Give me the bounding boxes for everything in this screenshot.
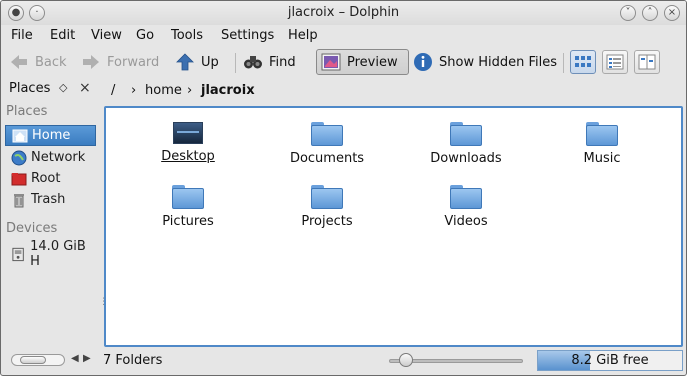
menu-view[interactable]: View: [91, 28, 122, 43]
root-folder-icon: [11, 172, 27, 185]
breadcrumb-home[interactable]: home: [145, 83, 182, 98]
preview-label: Preview: [347, 54, 398, 70]
binoculars-icon: [244, 56, 262, 69]
columns-view-icon: [638, 54, 656, 70]
file-item-label: Documents: [289, 151, 365, 166]
info-icon: [414, 53, 432, 71]
file-item-label: Music: [583, 151, 621, 166]
file-item-music[interactable]: Music: [542, 122, 662, 166]
places-section-label: Places: [6, 104, 48, 119]
toolbar: Back Forward Up Find Preview Show Hidden…: [1, 47, 686, 77]
devices-section-label: Devices: [6, 221, 58, 236]
arrow-left-icon: [11, 55, 27, 69]
panel-splitter[interactable]: ⋮: [99, 298, 108, 311]
free-space-indicator: 8.2 GiB free: [537, 350, 683, 371]
place-trash[interactable]: Trash: [5, 189, 96, 210]
breadcrumb-current[interactable]: jlacroix: [201, 83, 255, 98]
scroll-left-icon[interactable]: ◀: [71, 353, 79, 364]
find-label: Find: [269, 54, 296, 70]
back-label: Back: [35, 54, 67, 70]
title-bar: ● · jlacroix – Dolphin ˅ ˄ ×: [1, 1, 686, 25]
dolphin-window: ● · jlacroix – Dolphin ˅ ˄ × File Edit V…: [0, 0, 687, 376]
file-item-documents[interactable]: Documents: [267, 122, 387, 166]
menu-bar: File Edit View Go Tools Settings Help: [1, 25, 686, 47]
free-space-label: 8.2 GiB free: [571, 353, 649, 368]
minimize-icon[interactable]: ˅: [620, 5, 636, 21]
globe-icon: [11, 150, 27, 165]
file-item-videos[interactable]: Videos: [406, 185, 526, 229]
details-view-icon: [606, 54, 624, 70]
folder-icon: [172, 185, 204, 209]
show-hidden-label: Show Hidden Files: [439, 54, 557, 70]
places-panel-title: Places: [9, 81, 51, 96]
place-root[interactable]: Root: [5, 168, 96, 189]
file-view[interactable]: Desktop Documents Downloads Music Pictur…: [104, 106, 683, 347]
zoom-slider-handle[interactable]: [399, 353, 413, 367]
icons-view-button[interactable]: [570, 50, 596, 74]
home-icon: [12, 129, 28, 142]
menu-edit[interactable]: Edit: [50, 28, 75, 43]
place-trash-label: Trash: [31, 192, 66, 207]
preview-button[interactable]: Preview: [316, 49, 409, 75]
close-panel-icon[interactable]: ×: [79, 80, 91, 96]
folder-icon: [450, 185, 482, 209]
file-item-desktop[interactable]: Desktop: [128, 122, 248, 164]
scroll-right-icon[interactable]: ▶: [83, 353, 91, 364]
file-item-label: Videos: [444, 214, 488, 229]
places-panel-header: Places ◇ ×: [7, 80, 99, 99]
show-hidden-files-button[interactable]: Show Hidden Files: [413, 49, 557, 75]
up-label: Up: [201, 54, 219, 70]
file-item-pictures[interactable]: Pictures: [128, 185, 248, 229]
folder-icon: [450, 122, 482, 146]
desktop-icon: [173, 122, 203, 144]
menu-file[interactable]: File: [11, 28, 33, 43]
place-network-label: Network: [31, 150, 86, 165]
trash-icon: [14, 193, 24, 207]
breadcrumb-separator-icon: ›: [187, 83, 193, 98]
folder-icon: [311, 185, 343, 209]
hard-drive-icon: [12, 247, 24, 261]
toolbar-separator: [563, 53, 564, 73]
up-button[interactable]: Up: [175, 49, 219, 75]
arrow-up-icon: [176, 53, 194, 71]
forward-label: Forward: [107, 54, 160, 70]
file-item-label: Projects: [301, 214, 353, 229]
folder-icon: [311, 122, 343, 146]
toolbar-separator: [235, 53, 236, 73]
file-item-label: Pictures: [162, 214, 214, 229]
close-icon[interactable]: ×: [664, 5, 680, 21]
preview-icon: [321, 53, 341, 71]
back-button[interactable]: Back: [9, 49, 67, 75]
place-home-label: Home: [32, 128, 71, 143]
maximize-icon[interactable]: ˄: [642, 5, 658, 21]
find-button[interactable]: Find: [243, 49, 296, 75]
breadcrumb-separator-icon: ›: [131, 83, 137, 98]
menu-go[interactable]: Go: [136, 28, 154, 43]
place-root-label: Root: [31, 171, 61, 186]
menu-help[interactable]: Help: [288, 28, 318, 43]
window-title: jlacroix – Dolphin: [287, 5, 400, 20]
scrollbar-thumb[interactable]: [20, 356, 46, 364]
arrow-right-icon: [83, 55, 99, 69]
device-hard-drive[interactable]: 14.0 GiB H: [5, 239, 96, 269]
file-item-downloads[interactable]: Downloads: [406, 122, 526, 166]
details-view-button[interactable]: [602, 50, 628, 74]
columns-view-button[interactable]: [634, 50, 660, 74]
file-item-label: Downloads: [430, 151, 502, 166]
menu-tools[interactable]: Tools: [171, 28, 203, 43]
icons-view-icon: [575, 56, 591, 67]
float-panel-icon[interactable]: ◇: [59, 81, 67, 94]
menu-settings[interactable]: Settings: [221, 28, 274, 43]
device-label: 14.0 GiB H: [30, 238, 86, 269]
file-item-label: Desktop: [161, 149, 215, 164]
panel-horizontal-scrollbar[interactable]: [11, 354, 65, 366]
file-item-projects[interactable]: Projects: [267, 185, 387, 229]
status-bar: ◀ ▶ 7 Folders 8.2 GiB free: [1, 349, 686, 375]
place-network[interactable]: Network: [5, 147, 96, 168]
breadcrumb-root[interactable]: /: [111, 83, 115, 98]
place-home[interactable]: Home: [5, 125, 96, 146]
forward-button[interactable]: Forward: [81, 49, 159, 75]
status-text: 7 Folders: [103, 353, 163, 368]
folder-icon: [586, 122, 618, 146]
